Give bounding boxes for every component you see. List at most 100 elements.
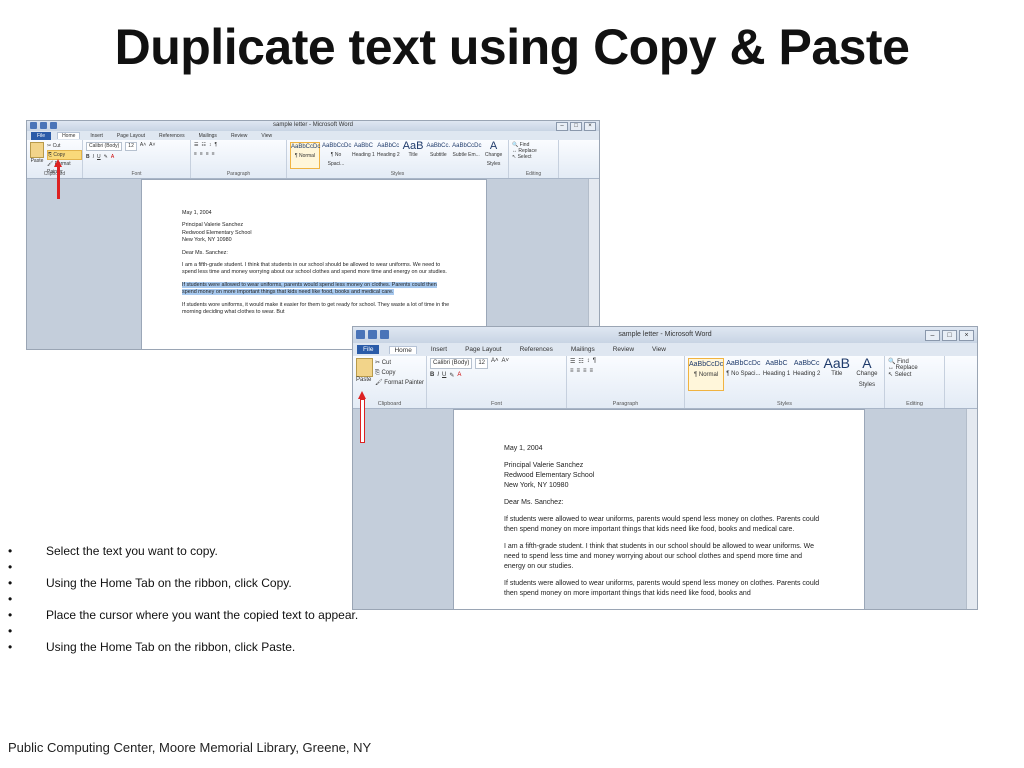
copy-button[interactable]: ⎘ Copy — [375, 368, 424, 378]
format-painter-button[interactable]: 🖌 Format Painter — [375, 378, 424, 388]
italic-icon[interactable]: I — [437, 372, 439, 379]
tab-insert[interactable]: Insert — [427, 346, 451, 353]
style-sample: AaBbCcDc — [452, 143, 482, 149]
style-heading-2[interactable]: AaBbCc Heading 2 — [793, 358, 821, 391]
bold-icon[interactable]: B — [430, 372, 434, 379]
bold-icon[interactable]: B — [86, 154, 90, 160]
numbering-icon[interactable]: ☷ — [578, 358, 583, 365]
document-page[interactable]: May 1, 2004 Principal Valerie Sanchez Re… — [453, 409, 865, 609]
maximize-icon[interactable]: □ — [942, 330, 957, 341]
letter-greeting: Dear Ms. Sanchez: — [504, 499, 564, 506]
select-label: Select — [517, 154, 532, 160]
font-size-select[interactable]: 12 — [475, 358, 489, 369]
center-icon[interactable]: ≡ — [200, 151, 203, 157]
select-label: Select — [894, 372, 912, 378]
paste-label: Paste — [356, 377, 372, 383]
style-no-spacing[interactable]: AaBbCcDc ¶ No Spaci... — [322, 142, 351, 169]
grow-font-icon[interactable]: A˄ — [491, 358, 499, 369]
highlight-icon[interactable]: ✎ — [449, 372, 454, 379]
font-name-select[interactable]: Calibri (Body) — [430, 358, 473, 369]
italic-icon[interactable]: I — [93, 154, 94, 160]
window-title: sample letter - Microsoft Word — [618, 331, 712, 338]
grow-font-icon[interactable]: A˄ — [140, 142, 146, 151]
tab-page-layout[interactable]: Page Layout — [113, 133, 149, 139]
align-right-icon[interactable]: ≡ — [206, 151, 209, 157]
shrink-font-icon[interactable]: A˅ — [149, 142, 155, 151]
justify-icon[interactable]: ≡ — [590, 368, 594, 374]
change-styles-button[interactable]: A Change Styles — [482, 141, 505, 169]
paste-button[interactable]: Paste — [30, 142, 44, 164]
tab-file[interactable]: File — [357, 345, 380, 354]
style-heading-1[interactable]: AaBbC Heading 1 — [352, 142, 375, 169]
paste-button[interactable]: Paste — [356, 358, 373, 383]
tab-mailings[interactable]: Mailings — [567, 346, 599, 353]
tab-view[interactable]: View — [648, 346, 670, 353]
highlight-icon[interactable]: ✎ — [104, 154, 108, 160]
sort-icon[interactable]: ↕ — [209, 142, 212, 148]
shrink-font-icon[interactable]: A˅ — [502, 358, 510, 369]
underline-icon[interactable]: U — [97, 154, 101, 160]
document-page[interactable]: May 1, 2004 Principal Valerie Sanchez Re… — [141, 179, 487, 349]
selected-paragraph[interactable]: If students were allowed to wear uniform… — [182, 281, 437, 296]
style-title[interactable]: AaB Title — [402, 141, 425, 169]
style-sample: AaBbCcDc — [726, 360, 761, 367]
tab-insert[interactable]: Insert — [86, 133, 107, 139]
style-sample: AaBbCc. — [426, 143, 451, 149]
tab-home[interactable]: Home — [57, 132, 81, 139]
styles-group: AaBbCcDc ¶ Normal AaBbCcDc ¶ No Spaci... A… — [287, 140, 509, 178]
list-item: • Place the cursor where you want the cop… — [8, 607, 358, 623]
style-heading-1[interactable]: AaBbC Heading 1 — [762, 358, 790, 391]
style-name: Subtitle — [429, 152, 447, 158]
underline-icon[interactable]: U — [442, 372, 446, 379]
show-marks-icon[interactable]: ¶ — [214, 142, 217, 148]
copy-button[interactable]: ⎘ Copy — [47, 150, 82, 160]
show-marks-icon[interactable]: ¶ — [593, 358, 596, 365]
minimize-icon[interactable]: – — [556, 122, 568, 131]
tab-references[interactable]: References — [155, 133, 189, 139]
slide-footer: Public Computing Center, Moore Memorial … — [8, 740, 372, 755]
tab-review[interactable]: Review — [609, 346, 638, 353]
bullets-icon[interactable]: ☰ — [570, 358, 575, 365]
vertical-scrollbar[interactable] — [966, 409, 977, 609]
tab-review[interactable]: Review — [227, 133, 251, 139]
tab-home[interactable]: Home — [389, 345, 417, 354]
maximize-icon[interactable]: □ — [570, 122, 582, 131]
sort-icon[interactable]: ↕ — [587, 358, 590, 365]
numbering-icon[interactable]: ☷ — [201, 142, 205, 148]
letter-date: May 1, 2004 — [182, 210, 212, 216]
select-button[interactable]: ↖ Select — [512, 154, 555, 160]
align-right-icon[interactable]: ≡ — [583, 368, 587, 374]
close-icon[interactable]: × — [959, 330, 974, 341]
change-styles-button[interactable]: A Change Styles — [853, 356, 881, 391]
align-left-icon[interactable]: ≡ — [570, 368, 574, 374]
style-heading-2[interactable]: AaBbCc Heading 2 — [377, 142, 400, 169]
cut-button[interactable]: ✂ Cut — [47, 142, 82, 150]
bullet-symbol: • — [8, 576, 13, 590]
tab-mailings[interactable]: Mailings — [195, 133, 221, 139]
font-size-select[interactable]: 12 — [125, 142, 137, 151]
font-name-select[interactable]: Calibri (Body) — [86, 142, 123, 151]
font-color-icon[interactable]: A — [457, 372, 461, 379]
style-normal[interactable]: AaBbCcDc ¶ Normal — [290, 142, 320, 169]
cut-button[interactable]: ✂ Cut — [375, 358, 424, 368]
tab-file[interactable]: File — [31, 131, 52, 140]
vertical-scrollbar[interactable] — [588, 179, 599, 349]
find-button[interactable]: 🔍 Find — [888, 358, 941, 365]
style-title[interactable]: AaB Title — [823, 356, 851, 391]
center-icon[interactable]: ≡ — [577, 368, 581, 374]
style-subtitle[interactable]: AaBbCc. Subtitle — [426, 142, 450, 169]
justify-icon[interactable]: ≡ — [212, 151, 215, 157]
select-button[interactable]: ↖ Select — [888, 371, 941, 378]
bullets-icon[interactable]: ☰ — [194, 142, 198, 148]
minimize-icon[interactable]: – — [925, 330, 940, 341]
style-subtle-emphasis[interactable]: AaBbCcDc Subtle Em... — [452, 142, 482, 169]
tab-references[interactable]: References — [516, 346, 557, 353]
style-no-spacing[interactable]: AaBbCcDc ¶ No Spaci... — [726, 358, 760, 391]
close-icon[interactable]: × — [584, 122, 596, 131]
font-color-icon[interactable]: A — [111, 154, 114, 160]
styles-group: AaBbCcDc ¶ Normal AaBbCcDc ¶ No Spaci... A… — [685, 356, 885, 408]
style-normal[interactable]: AaBbCcDc ¶ Normal — [688, 358, 725, 391]
tab-view[interactable]: View — [257, 133, 276, 139]
tab-page-layout[interactable]: Page Layout — [461, 346, 506, 353]
align-left-icon[interactable]: ≡ — [194, 151, 197, 157]
